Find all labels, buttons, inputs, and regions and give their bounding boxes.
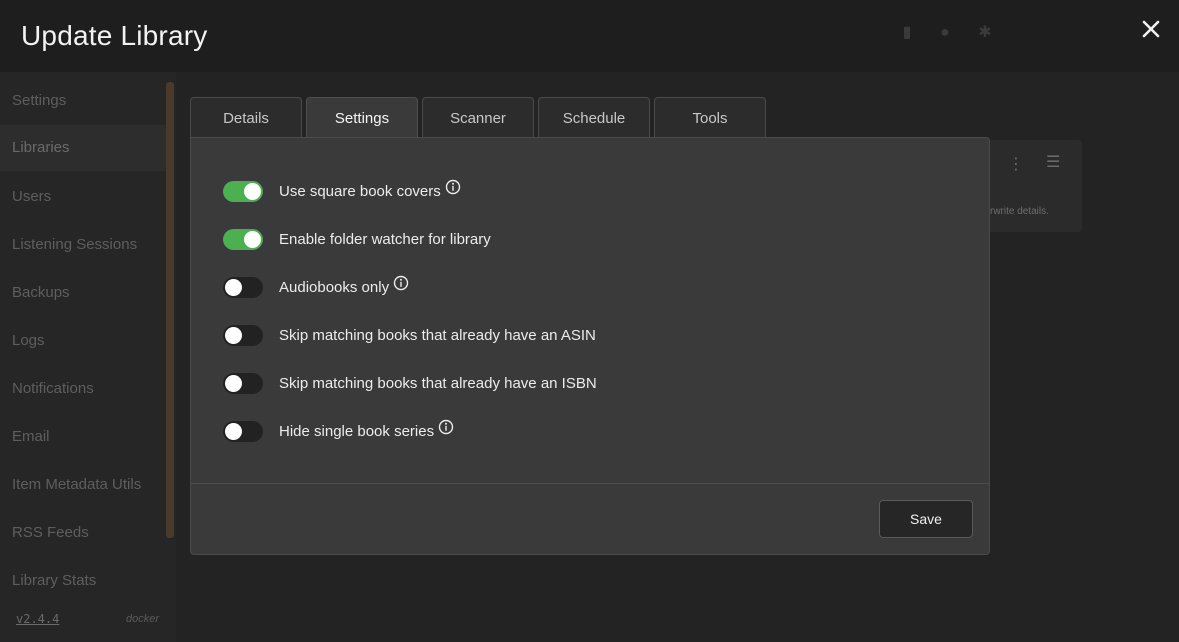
setting-hide-single-series: Hide single book series	[223, 419, 454, 443]
close-icon	[1142, 20, 1160, 38]
toggle-knob	[225, 422, 242, 440]
setting-label: Hide single book series	[279, 422, 435, 440]
toggle-knob	[225, 374, 242, 392]
setting-label: Audiobooks only	[279, 278, 390, 296]
setting-label: Skip matching books that already have an…	[279, 374, 597, 392]
setting-folder-watcher: Enable folder watcher for library	[223, 227, 491, 251]
tab-schedule[interactable]: Schedule	[538, 97, 650, 139]
settings-panel: Use square book covers Enable folder wat…	[190, 137, 990, 555]
tab-settings[interactable]: Settings	[306, 97, 418, 141]
setting-skip-asin: Skip matching books that already have an…	[223, 323, 596, 347]
tab-details[interactable]: Details	[190, 97, 302, 139]
info-icon[interactable]	[393, 275, 409, 291]
setting-square-covers: Use square book covers	[223, 179, 461, 203]
toggle-knob	[225, 278, 242, 296]
square-covers-toggle[interactable]	[223, 180, 263, 202]
skip-isbn-toggle[interactable]	[223, 372, 263, 394]
audiobooks-only-toggle[interactable]	[223, 276, 263, 298]
folder-watcher-toggle[interactable]	[223, 228, 263, 250]
info-icon[interactable]	[438, 419, 454, 435]
skip-asin-toggle[interactable]	[223, 324, 263, 346]
panel-divider	[191, 483, 989, 484]
setting-skip-isbn: Skip matching books that already have an…	[223, 371, 597, 395]
toggle-knob	[225, 326, 242, 344]
setting-label: Enable folder watcher for library	[279, 230, 491, 248]
toggle-knob	[244, 182, 261, 200]
setting-label: Use square book covers	[279, 182, 441, 200]
save-button[interactable]: Save	[879, 500, 973, 538]
info-icon[interactable]	[445, 179, 461, 195]
toggle-knob	[244, 230, 261, 248]
setting-audiobooks-only: Audiobooks only	[223, 275, 409, 299]
tab-scanner[interactable]: Scanner	[422, 97, 534, 139]
hide-single-series-toggle[interactable]	[223, 420, 263, 442]
tab-tools[interactable]: Tools	[654, 97, 766, 139]
setting-label: Skip matching books that already have an…	[279, 326, 596, 344]
modal-title: Update Library	[21, 20, 208, 51]
close-button[interactable]	[1138, 16, 1164, 42]
